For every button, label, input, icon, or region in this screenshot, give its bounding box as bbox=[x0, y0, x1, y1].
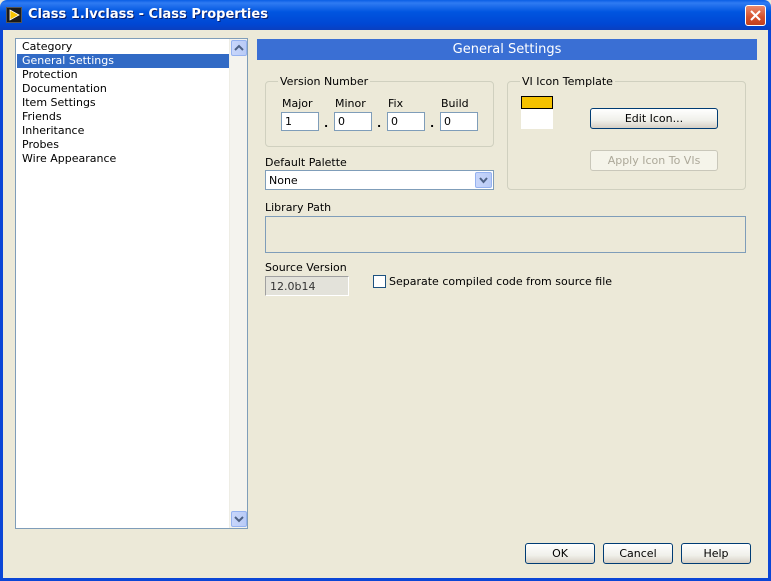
category-item-protection[interactable]: Protection bbox=[17, 68, 230, 82]
library-path-label: Library Path bbox=[265, 201, 332, 214]
major-field[interactable]: 1 bbox=[281, 112, 319, 131]
version-separator: . bbox=[324, 117, 329, 130]
edit-icon-button[interactable]: Edit Icon... bbox=[590, 108, 718, 129]
source-version-field: 12.0b14 bbox=[265, 276, 349, 296]
scroll-down-button[interactable] bbox=[231, 511, 247, 527]
cancel-button[interactable]: Cancel bbox=[603, 543, 673, 564]
fix-field[interactable]: 0 bbox=[387, 112, 425, 131]
version-number-label: Version Number bbox=[278, 75, 371, 88]
category-header: Category bbox=[22, 40, 73, 53]
category-item-documentation[interactable]: Documentation bbox=[17, 82, 230, 96]
category-item-inheritance[interactable]: Inheritance bbox=[17, 124, 230, 138]
version-separator: . bbox=[430, 117, 435, 130]
section-title: General Settings bbox=[257, 39, 757, 60]
category-list[interactable]: Category General Settings Protection Doc… bbox=[15, 38, 248, 529]
fix-label: Fix bbox=[388, 97, 404, 110]
chevron-down-icon bbox=[234, 516, 244, 523]
scroll-up-button[interactable] bbox=[231, 40, 247, 56]
category-item-general-settings[interactable]: General Settings bbox=[17, 54, 230, 68]
chevron-down-icon bbox=[479, 177, 488, 184]
separate-compiled-label[interactable]: Separate compiled code from source file bbox=[389, 275, 612, 288]
title-bar[interactable]: Class 1.lvclass - Class Properties bbox=[0, 0, 771, 30]
default-palette-value: None bbox=[269, 174, 298, 187]
build-label: Build bbox=[441, 97, 469, 110]
category-item-wire-appearance[interactable]: Wire Appearance bbox=[17, 152, 230, 166]
minor-field[interactable]: 0 bbox=[334, 112, 372, 131]
labview-run-arrow-icon bbox=[6, 7, 22, 23]
build-field[interactable]: 0 bbox=[440, 112, 478, 131]
dropdown-button[interactable] bbox=[475, 172, 492, 188]
major-label: Major bbox=[282, 97, 313, 110]
close-x-icon bbox=[750, 10, 761, 21]
separate-compiled-checkbox[interactable] bbox=[373, 275, 386, 288]
apply-icon-button[interactable]: Apply Icon To VIs bbox=[590, 150, 718, 171]
icon-template-banner bbox=[521, 96, 553, 109]
close-button[interactable] bbox=[745, 5, 766, 26]
window-title: Class 1.lvclass - Class Properties bbox=[28, 7, 268, 22]
library-path-field bbox=[265, 216, 746, 253]
minor-label: Minor bbox=[335, 97, 366, 110]
version-separator: . bbox=[377, 117, 382, 130]
chevron-up-icon bbox=[234, 44, 244, 51]
vi-icon-template-label: VI Icon Template bbox=[520, 75, 615, 88]
category-item-item-settings[interactable]: Item Settings bbox=[17, 96, 230, 110]
default-palette-label: Default Palette bbox=[265, 156, 347, 169]
category-scrollbar[interactable] bbox=[229, 39, 247, 528]
icon-template-preview bbox=[521, 109, 553, 129]
source-version-label: Source Version bbox=[265, 261, 347, 274]
default-palette-select[interactable]: None bbox=[265, 170, 494, 190]
category-item-friends[interactable]: Friends bbox=[17, 110, 230, 124]
help-button[interactable]: Help bbox=[681, 543, 751, 564]
ok-button[interactable]: OK bbox=[525, 543, 595, 564]
category-item-probes[interactable]: Probes bbox=[17, 138, 230, 152]
window-frame-left bbox=[0, 30, 3, 581]
